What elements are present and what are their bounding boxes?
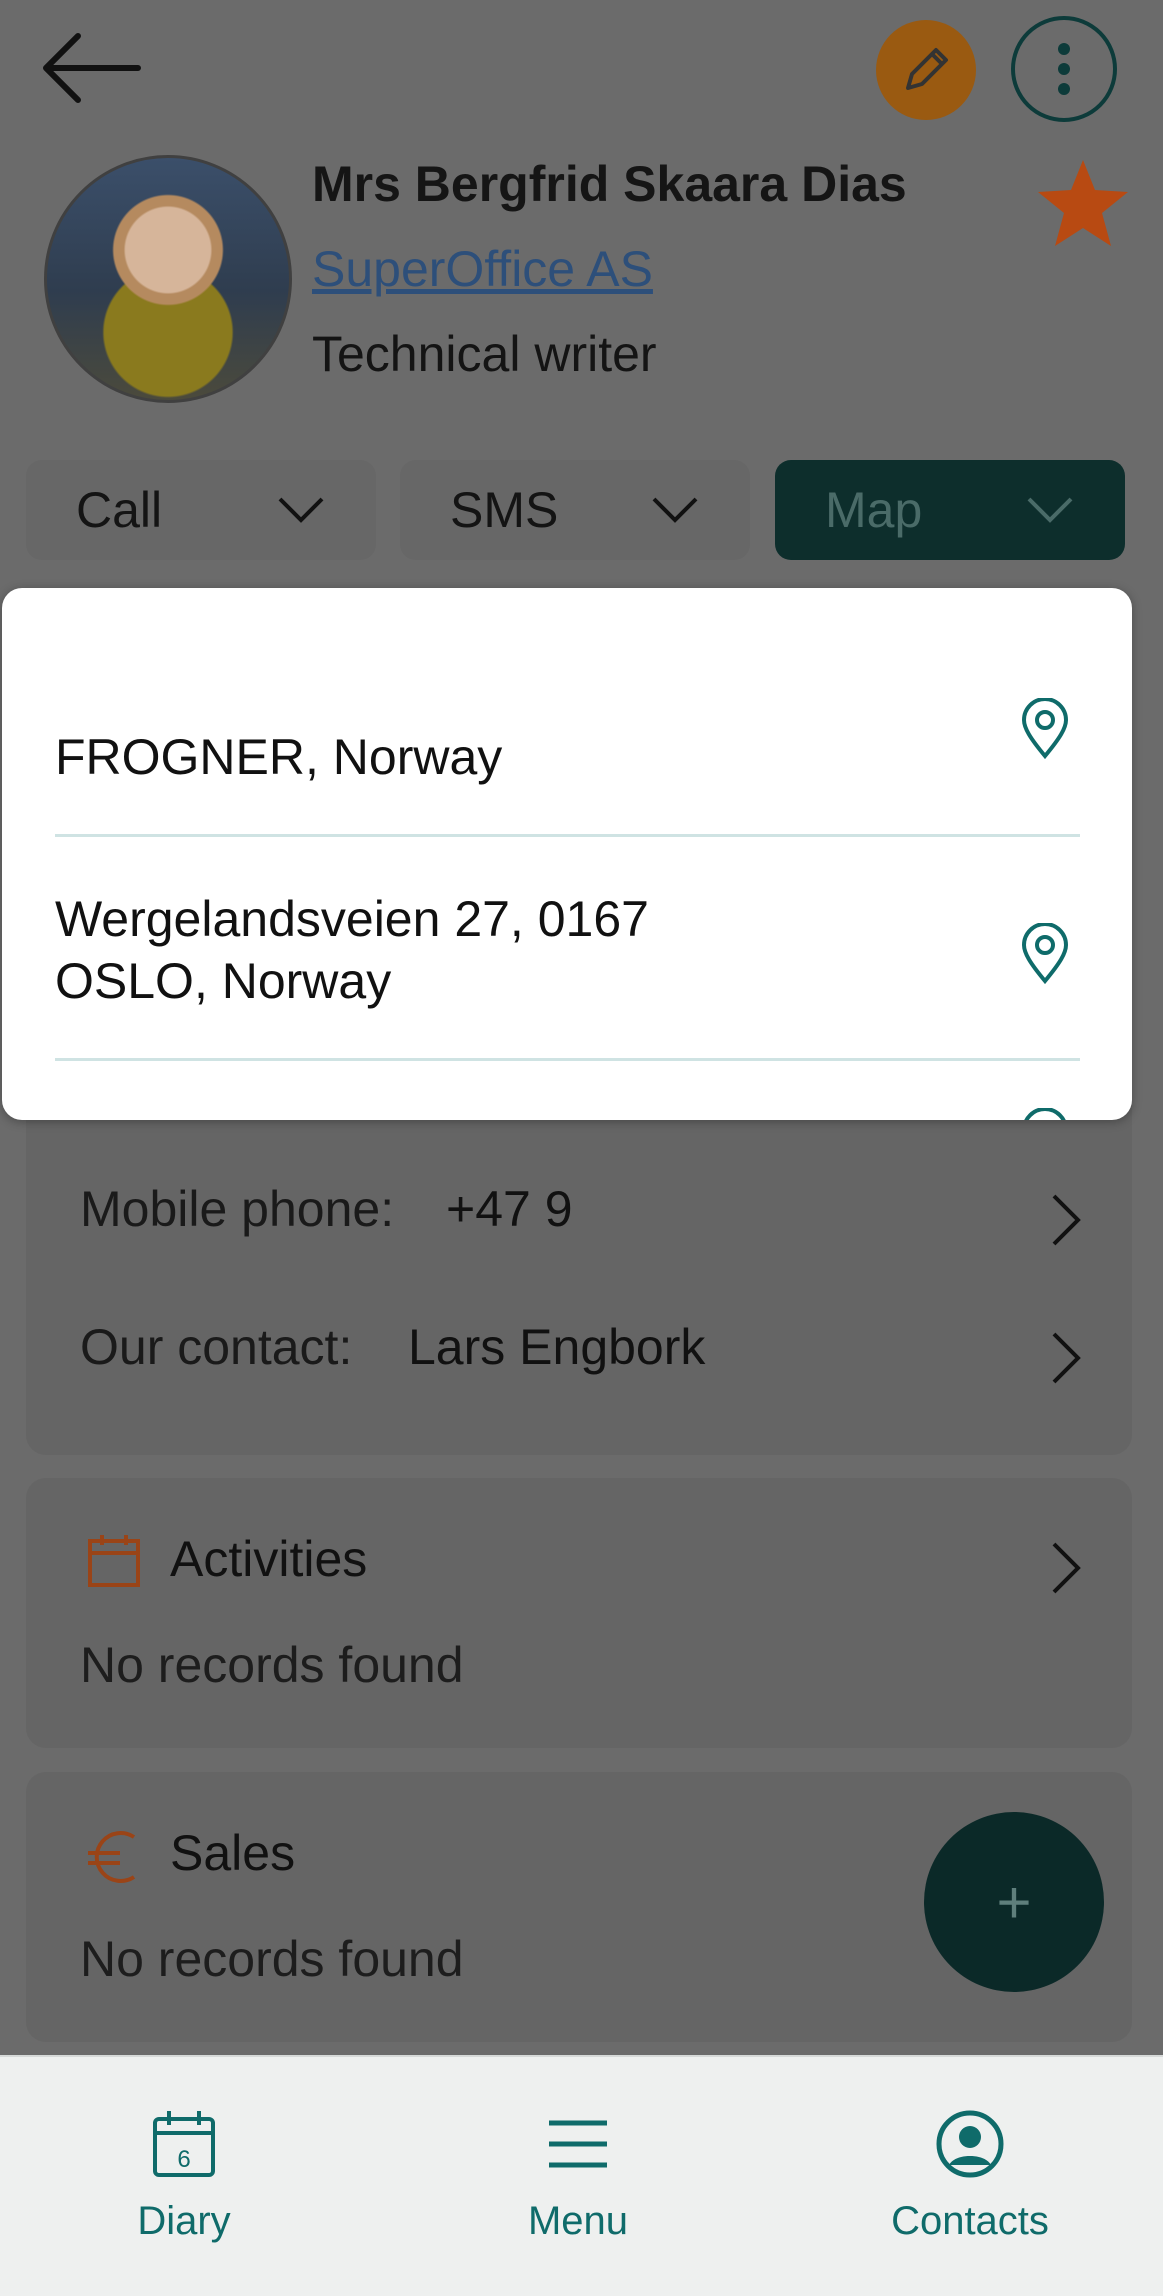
back-button[interactable] — [38, 28, 148, 108]
address-option-2[interactable]: Wergelandsveien 27, 0167 OSLO, Norway — [55, 888, 649, 1012]
contact-name: Mrs Bergfrid Skaara Dias — [312, 156, 907, 212]
sms-dropdown-button[interactable]: SMS — [400, 460, 750, 560]
address-2-line1: Wergelandsveien 27, 0167 — [55, 891, 649, 947]
nav-diary-label: Diary — [137, 2199, 231, 2243]
mobile-row[interactable]: Mobile phone: — [80, 1180, 394, 1238]
address-option-1[interactable]: FROGNER, Norway — [55, 726, 502, 788]
map-pin-icon[interactable] — [1020, 698, 1070, 760]
chevron-down-icon — [1027, 497, 1073, 523]
map-address-dropdown: FROGNER, Norway Wergelandsveien 27, 0167… — [2, 588, 1132, 1120]
activities-empty: No records found — [80, 1637, 464, 1693]
plus-icon: + — [996, 1868, 1032, 1936]
mobile-value: +47 9 — [446, 1181, 573, 1237]
map-dropdown-button[interactable]: Map — [775, 460, 1125, 560]
divider — [55, 1058, 1080, 1061]
euro-icon — [88, 1831, 136, 1883]
sales-title: Sales — [170, 1825, 296, 1881]
nav-menu[interactable]: Menu — [478, 2057, 678, 2296]
back-arrow-icon — [43, 33, 141, 103]
bottom-navigation: 6 Diary Menu Contacts — [0, 2055, 1163, 2296]
chevron-down-icon — [278, 497, 324, 523]
our-contact-value[interactable]: Lars Engbork — [408, 1318, 705, 1376]
nav-diary[interactable]: 6 Diary — [84, 2057, 284, 2296]
map-pin-icon[interactable] — [1020, 923, 1070, 985]
divider — [55, 834, 1080, 837]
map-label: Map — [825, 482, 923, 538]
avatar — [44, 155, 292, 403]
contact-title: Technical writer — [312, 326, 657, 382]
call-label: Call — [76, 482, 163, 538]
mobile-label: Mobile phone: — [80, 1181, 395, 1237]
activities-card[interactable]: Activities No records found — [26, 1478, 1132, 1748]
contacts-icon — [936, 2110, 1004, 2178]
add-button[interactable]: + — [924, 1812, 1104, 1992]
address-1-line1: FROGNER, Norway — [55, 729, 503, 785]
map-pin-icon[interactable] — [1020, 1108, 1070, 1120]
sales-empty: No records found — [80, 1931, 464, 1987]
details-card: Mobile phone: +47 9 Our contact: Lars En… — [26, 1080, 1132, 1455]
our-contact-label: Our contact: — [80, 1319, 353, 1375]
favorite-star-icon[interactable] — [1036, 158, 1130, 248]
calendar-icon — [88, 1535, 140, 1587]
edit-button[interactable] — [876, 20, 976, 120]
chevron-right-icon[interactable] — [1046, 1538, 1086, 1598]
sms-label: SMS — [450, 482, 559, 538]
chevron-down-icon — [652, 497, 698, 523]
nav-contacts[interactable]: Contacts — [870, 2057, 1070, 2296]
call-dropdown-button[interactable]: Call — [26, 460, 376, 560]
address-2-line2: OSLO, Norway — [55, 953, 392, 1009]
nav-contacts-label: Contacts — [891, 2199, 1049, 2243]
activities-title: Activities — [170, 1531, 368, 1587]
pencil-icon — [906, 48, 948, 90]
chevron-right-icon[interactable] — [1046, 1190, 1086, 1250]
calendar-icon: 6 — [153, 2111, 215, 2177]
company-link[interactable]: SuperOffice AS — [312, 240, 653, 298]
more-options-button[interactable] — [1011, 16, 1117, 122]
diary-day-badge: 6 — [177, 2146, 190, 2173]
menu-icon — [549, 2120, 607, 2168]
more-vertical-icon — [1058, 43, 1070, 95]
nav-menu-label: Menu — [527, 2199, 629, 2243]
chevron-right-icon[interactable] — [1046, 1328, 1086, 1388]
